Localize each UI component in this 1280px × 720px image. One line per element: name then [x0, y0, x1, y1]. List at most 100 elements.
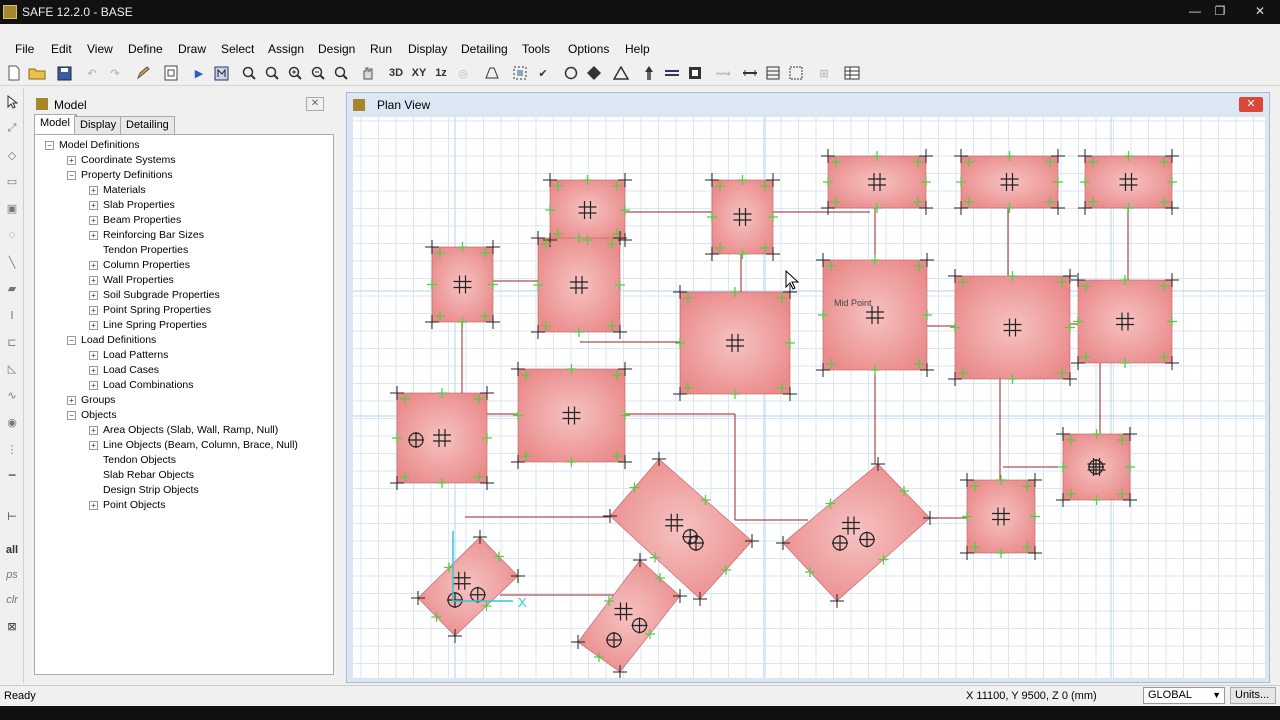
expand-icon[interactable]: +: [89, 260, 98, 270]
coordinate-system-dropdown[interactable]: GLOBAL ▼: [1143, 687, 1225, 704]
tree-item[interactable]: + Line Objects (Beam, Column, Brace, Null…: [89, 439, 298, 451]
tree-item[interactable]: + Soil Subgrade Properties: [89, 289, 220, 301]
tree-item[interactable]: − Model Definitions: [45, 139, 140, 151]
zoom-previous-icon[interactable]: [262, 63, 282, 83]
menu-file[interactable]: File: [15, 42, 34, 56]
expand-icon[interactable]: +: [89, 365, 98, 375]
draw-opening-icon[interactable]: ⊏: [2, 332, 22, 352]
explorer-close-button[interactable]: ✕: [306, 97, 324, 111]
plan-view-close-button[interactable]: ✕: [1239, 97, 1263, 112]
close-window-button[interactable]: ✕: [1248, 2, 1272, 20]
menu-run[interactable]: Run: [370, 42, 392, 56]
new-model-icon[interactable]: [4, 63, 24, 83]
draw-ramp-icon[interactable]: ◺: [2, 358, 22, 378]
check-model-icon[interactable]: ✔: [533, 63, 553, 83]
expand-icon[interactable]: +: [89, 230, 98, 240]
pointer-select-icon[interactable]: [2, 92, 22, 112]
tree-item[interactable]: + Groups: [67, 394, 115, 406]
tree-item[interactable]: + Column Properties: [89, 259, 190, 271]
tab-detailing[interactable]: Detailing: [120, 116, 175, 134]
expand-icon[interactable]: +: [89, 200, 98, 210]
menu-display[interactable]: Display: [408, 42, 447, 56]
tree-item[interactable]: + Load Patterns: [89, 349, 168, 361]
snap-line-icon[interactable]: ━: [2, 465, 22, 485]
tree-item[interactable]: Tendon Objects: [89, 454, 176, 466]
view-1z-button[interactable]: 1z: [431, 63, 451, 83]
pencil-icon[interactable]: [133, 63, 153, 83]
draw-wave-icon[interactable]: ∿: [2, 385, 22, 405]
select-intersect-icon[interactable]: ⊢: [2, 506, 22, 526]
plan-canvas[interactable]: Mid Point X: [353, 117, 1265, 678]
expand-icon[interactable]: +: [89, 305, 98, 315]
expand-icon[interactable]: +: [89, 185, 98, 195]
tree-item[interactable]: + Load Combinations: [89, 379, 193, 391]
expand-icon[interactable]: +: [89, 380, 98, 390]
zoom-extents-icon[interactable]: [331, 63, 351, 83]
menu-tools[interactable]: Tools: [522, 42, 550, 56]
select-all-button[interactable]: all: [2, 540, 22, 560]
object-shrink-icon[interactable]: [510, 63, 530, 83]
expand-icon[interactable]: +: [89, 215, 98, 225]
draw-triangle-icon[interactable]: [611, 63, 631, 83]
draw-beam-icon[interactable]: [662, 63, 682, 83]
draw-slab-icon[interactable]: ▰: [2, 278, 22, 298]
draw-area-icon[interactable]: [584, 63, 604, 83]
open-folder-icon[interactable]: [27, 63, 47, 83]
expand-icon[interactable]: +: [89, 350, 98, 360]
redo-icon[interactable]: ↷: [105, 63, 125, 83]
menu-draw[interactable]: Draw: [178, 42, 206, 56]
zoom-in-icon[interactable]: [285, 63, 305, 83]
menu-define[interactable]: Define: [128, 42, 163, 56]
tree-item[interactable]: + Line Spring Properties: [89, 319, 207, 331]
tree-item[interactable]: + Materials: [89, 184, 146, 196]
view-xy-button[interactable]: XY: [409, 63, 429, 83]
tree-item[interactable]: + Load Cases: [89, 364, 159, 376]
expand-icon[interactable]: +: [89, 440, 98, 450]
menu-edit[interactable]: Edit: [51, 42, 72, 56]
display-tables-icon[interactable]: [842, 63, 862, 83]
undo-icon[interactable]: ↶: [82, 63, 102, 83]
tab-model[interactable]: Model: [34, 114, 76, 134]
zoom-window-icon[interactable]: [239, 63, 259, 83]
collapse-icon[interactable]: −: [67, 335, 76, 345]
draw-wall-icon[interactable]: [685, 63, 705, 83]
run-analysis-icon[interactable]: ▶: [189, 63, 209, 83]
draw-strip-icon[interactable]: [763, 63, 783, 83]
tree-item[interactable]: Tendon Properties: [89, 244, 188, 256]
draw-line-icon[interactable]: ╲: [2, 252, 22, 272]
menu-detailing[interactable]: Detailing: [461, 42, 508, 56]
save-icon[interactable]: [54, 63, 74, 83]
tree-item[interactable]: + Wall Properties: [89, 274, 174, 286]
maximize-button[interactable]: ❐: [1210, 2, 1230, 20]
tree-item[interactable]: + Area Objects (Slab, Wall, Ramp, Null): [89, 424, 278, 436]
tree-item[interactable]: + Reinforcing Bar Sizes: [89, 229, 204, 241]
tree-item[interactable]: − Property Definitions: [67, 169, 173, 181]
tree-item[interactable]: Slab Rebar Objects: [89, 469, 194, 481]
draw-rebar-icon[interactable]: [740, 63, 760, 83]
draw-reference-icon[interactable]: ⊞: [814, 63, 834, 83]
tree-item[interactable]: + Coordinate Systems: [67, 154, 176, 166]
menu-design[interactable]: Design: [318, 42, 355, 56]
draw-poly-icon[interactable]: ▣: [2, 198, 22, 218]
clear-selection-button[interactable]: clr: [2, 590, 22, 610]
draw-section-icon[interactable]: Ⅰ: [2, 305, 22, 325]
run-design-icon[interactable]: [211, 63, 231, 83]
view-3d-button[interactable]: 3D: [386, 63, 406, 83]
circle-select-icon[interactable]: [561, 63, 581, 83]
draw-rect-icon[interactable]: ▭: [2, 171, 22, 191]
tree-item[interactable]: + Point Spring Properties: [89, 304, 211, 316]
menu-select[interactable]: Select: [221, 42, 254, 56]
tree-item[interactable]: − Load Definitions: [67, 334, 156, 346]
collapse-icon[interactable]: −: [45, 140, 54, 150]
tree-item[interactable]: Design Strip Objects: [89, 484, 199, 496]
expand-icon[interactable]: +: [67, 395, 76, 405]
draw-point-icon[interactable]: ◇: [2, 145, 22, 165]
lock-model-icon[interactable]: [161, 63, 181, 83]
perspective-icon[interactable]: [482, 63, 502, 83]
expand-icon[interactable]: +: [89, 290, 98, 300]
expand-icon[interactable]: +: [89, 275, 98, 285]
expand-icon[interactable]: +: [89, 425, 98, 435]
model-drawing[interactable]: Mid Point X: [353, 117, 1265, 678]
tree-item[interactable]: + Slab Properties: [89, 199, 175, 211]
units-button[interactable]: Units...: [1230, 687, 1276, 704]
